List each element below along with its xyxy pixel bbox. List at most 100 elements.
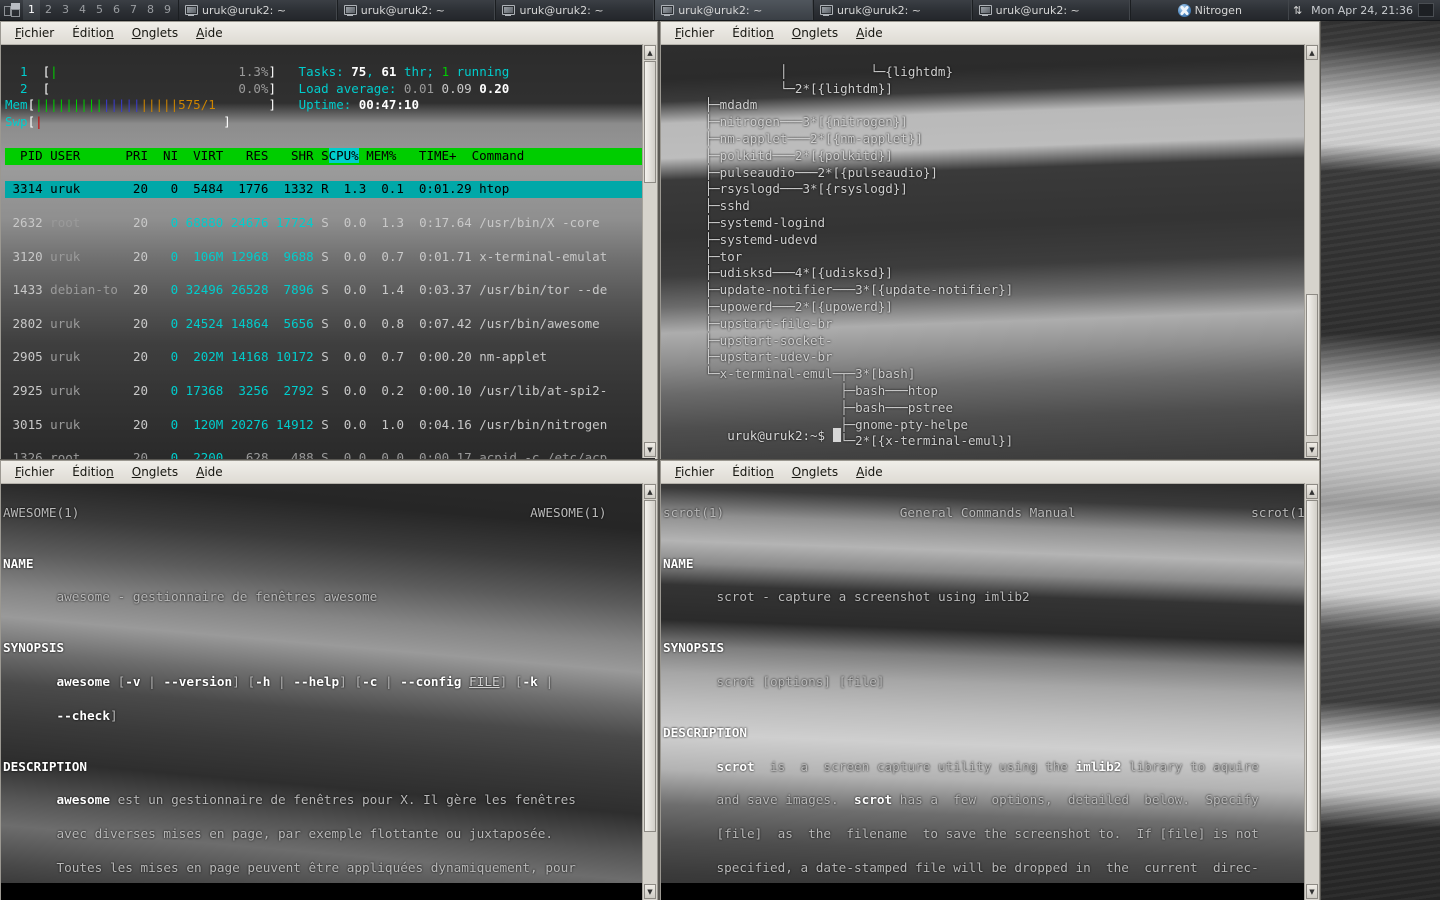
menu-fichier[interactable]: Fichier (667, 463, 722, 481)
workspace-tag-3[interactable]: 3 (57, 0, 74, 20)
menu-aide[interactable]: Aide (848, 24, 891, 42)
man-line: specified, a date-stamped file will be d… (663, 859, 1259, 875)
menubar-man-awesome: Fichier Édition Onglets Aide (1, 461, 657, 484)
scroll-down-arrow[interactable]: ▼ (644, 442, 656, 457)
htop-cpu1-row: 1 [| 1.3%] Tasks: 75, 61 thr; 1 running (5, 63, 510, 79)
menu-edition[interactable]: Édition (724, 463, 782, 481)
scrollbar-thumb[interactable] (1306, 294, 1318, 436)
menu-onglets[interactable]: Onglets (124, 24, 186, 42)
htop-cpu2-row: 2 [ 0.0%] Load average: 0.01 0.09 0.20 (5, 80, 510, 96)
pstree-line: ├─polkitd───2*[{polkitd}] (667, 147, 893, 163)
menu-fichier[interactable]: Fichier (667, 24, 722, 42)
taskbar-item-terminal-2[interactable]: uruk@uruk2: ~ (336, 0, 496, 20)
terminal-icon (978, 4, 992, 16)
network-updown-icon[interactable]: ⇅ (1293, 4, 1306, 17)
taskbar-item-terminal-4[interactable]: uruk@uruk2: ~ (654, 0, 813, 20)
taskbar-item-terminal-1[interactable]: uruk@uruk2: ~ (178, 0, 337, 20)
htop-row[interactable]: 2905 uruk 20 0 202M 14168 10172 S 0.0 0.… (5, 349, 655, 366)
htop-mem-row: Mem[|||||||||||||||||||575/1 ] Uptime: 0… (5, 97, 419, 113)
menu-aide[interactable]: Aide (848, 463, 891, 481)
workspace-tag-2[interactable]: 2 (40, 0, 57, 20)
menu-edition[interactable]: Édition (64, 24, 122, 42)
scroll-up-arrow[interactable]: ▲ (1306, 45, 1318, 60)
htop-column-header[interactable]: PID USER PRI NI VIRT RES SHR SCPU% MEM% … (5, 147, 655, 165)
taskbar-item-label: uruk@uruk2: ~ (836, 3, 922, 17)
window-htop: Fichier Édition Onglets Aide 1 [| 1.3%] … (0, 21, 658, 460)
scrollbar-thumb[interactable] (644, 61, 656, 183)
workspace-tag-6[interactable]: 6 (108, 0, 125, 20)
shell-prompt: uruk@uruk2:~$ (727, 428, 833, 443)
pstree-content: │ └─{lightdm} └─2*[{lightdm}] ├─mdadm ├─… (661, 45, 1317, 459)
scroll-up-arrow[interactable]: ▲ (644, 484, 656, 499)
pager-status-awesome: Manual page awesome(1) line 1 (press h f… (1, 883, 655, 900)
pstree-line: ├─upstart-socket- (667, 332, 833, 348)
man-awesome-content: AWESOME(1) AWESOME(1) NAME awesome - ges… (1, 484, 655, 900)
window-pstree: Fichier Édition Onglets Aide │ └─{lightd… (660, 21, 1320, 460)
workspace-tag-7[interactable]: 7 (125, 0, 142, 20)
terminal-man-awesome[interactable]: AWESOME(1) AWESOME(1) NAME awesome - ges… (1, 484, 655, 900)
taskbar-item-terminal-3[interactable]: uruk@uruk2: ~ (495, 0, 655, 20)
scrollbar-man-awesome[interactable]: ▲ ▼ (642, 483, 657, 900)
scrollbar-thumb[interactable] (1306, 500, 1318, 832)
taskbar-item-label: uruk@uruk2: ~ (678, 3, 763, 17)
tile-layout-icon[interactable] (4, 3, 20, 17)
workspace-tag-9[interactable]: 9 (159, 0, 176, 20)
menu-aide[interactable]: Aide (188, 24, 231, 42)
workspace-tag-8[interactable]: 8 (142, 0, 159, 20)
scroll-down-arrow[interactable]: ▼ (1306, 442, 1318, 457)
man-section-heading: NAME (663, 555, 694, 571)
htop-row[interactable]: 2925 uruk 20 0 17368 3256 2792 S 0.0 0.2… (5, 383, 655, 400)
menu-aide[interactable]: Aide (188, 463, 231, 481)
workspace-tag-4[interactable]: 4 (74, 0, 91, 20)
pstree-line: ├─systemd-udevd (667, 231, 818, 247)
htop-row[interactable]: 2632 root 20 0 68880 24676 17724 S 0.0 1… (5, 215, 655, 232)
workspace-tag-1[interactable]: 1 (23, 0, 40, 20)
menu-onglets[interactable]: Onglets (124, 463, 186, 481)
htop-row[interactable]: 2802 uruk 20 0 24524 14864 5656 S 0.0 0.… (5, 316, 655, 333)
htop-row[interactable]: 3120 uruk 20 0 106M 12968 9688 S 0.0 0.7… (5, 249, 655, 266)
pstree-line: ├─bash───htop (667, 382, 938, 398)
taskbar-item-terminal-6[interactable]: uruk@uruk2: ~ (971, 0, 1131, 20)
man-line: awesome [-v | --version] [-h | --help] [… (56, 673, 554, 689)
man-header: scrot(1) General Commands Manual scrot(1… (663, 504, 1313, 520)
menubar-man-scrot: Fichier Édition Onglets Aide (661, 461, 1319, 484)
taskbar-item-nitrogen[interactable]: Nitrogen (1130, 0, 1290, 20)
workspace-tag-5[interactable]: 5 (91, 0, 108, 20)
pstree-line: │ └─{lightdm} (667, 63, 953, 79)
terminal-htop[interactable]: 1 [| 1.3%] Tasks: 75, 61 thr; 1 running … (1, 45, 655, 459)
terminal-man-scrot[interactable]: scrot(1) General Commands Manual scrot(1… (661, 484, 1317, 900)
text-cursor (832, 428, 841, 442)
man-line: avec diverses mises en page, par exemple… (3, 826, 553, 842)
nitrogen-icon (1177, 3, 1191, 17)
tray-applet-icon[interactable] (1418, 3, 1434, 17)
htop-row[interactable]: 1433 debian-to 20 0 32496 26528 7896 S 0… (5, 282, 655, 299)
scrollbar-thumb[interactable] (644, 500, 656, 832)
htop-function-bar: F1Help F2Setup F3SearchF4FilterF5Tree F6… (1, 442, 655, 459)
menu-edition[interactable]: Édition (64, 463, 122, 481)
man-line: [file] as the filename to save the scree… (663, 826, 1259, 842)
window-task-list: uruk@uruk2: ~ uruk@uruk2: ~ uruk@uruk2: … (178, 0, 1290, 20)
man-line: --check] (56, 707, 118, 723)
menu-edition[interactable]: Édition (724, 24, 782, 42)
pstree-line: ├─rsyslogd───3*[{rsyslogd}] (667, 181, 908, 197)
scrollbar-pstree[interactable]: ▲ ▼ (1304, 44, 1319, 458)
taskbar-item-terminal-5[interactable]: uruk@uruk2: ~ (812, 0, 972, 20)
menu-fichier[interactable]: Fichier (7, 463, 62, 481)
htop-row[interactable]: 3015 uruk 20 0 120M 20276 14912 S 0.0 1.… (5, 417, 655, 434)
scroll-up-arrow[interactable]: ▲ (1306, 484, 1318, 499)
scroll-up-arrow[interactable]: ▲ (644, 45, 656, 60)
menu-fichier[interactable]: Fichier (7, 24, 62, 42)
htop-row-selected[interactable]: 3314 uruk 20 0 5484 1776 1332 R 1.3 0.1 … (5, 181, 655, 199)
scroll-down-arrow[interactable]: ▼ (644, 884, 656, 899)
workspace-pager[interactable]: 1 2 3 4 5 6 7 8 9 (0, 0, 178, 20)
man-section-heading: SYNOPSIS (663, 640, 725, 656)
menu-onglets[interactable]: Onglets (784, 463, 846, 481)
scrollbar-man-scrot[interactable]: ▲ ▼ (1304, 483, 1319, 900)
scroll-down-arrow[interactable]: ▼ (1306, 884, 1318, 899)
clock[interactable]: Mon Apr 24, 21:36 (1311, 4, 1413, 17)
taskbar-item-label: uruk@uruk2: ~ (995, 3, 1080, 17)
scrollbar-htop[interactable]: ▲ ▼ (642, 44, 657, 458)
terminal-pstree[interactable]: │ └─{lightdm} └─2*[{lightdm}] ├─mdadm ├─… (661, 45, 1317, 459)
taskbar-item-label: uruk@uruk2: ~ (360, 3, 445, 17)
menu-onglets[interactable]: Onglets (784, 24, 846, 42)
